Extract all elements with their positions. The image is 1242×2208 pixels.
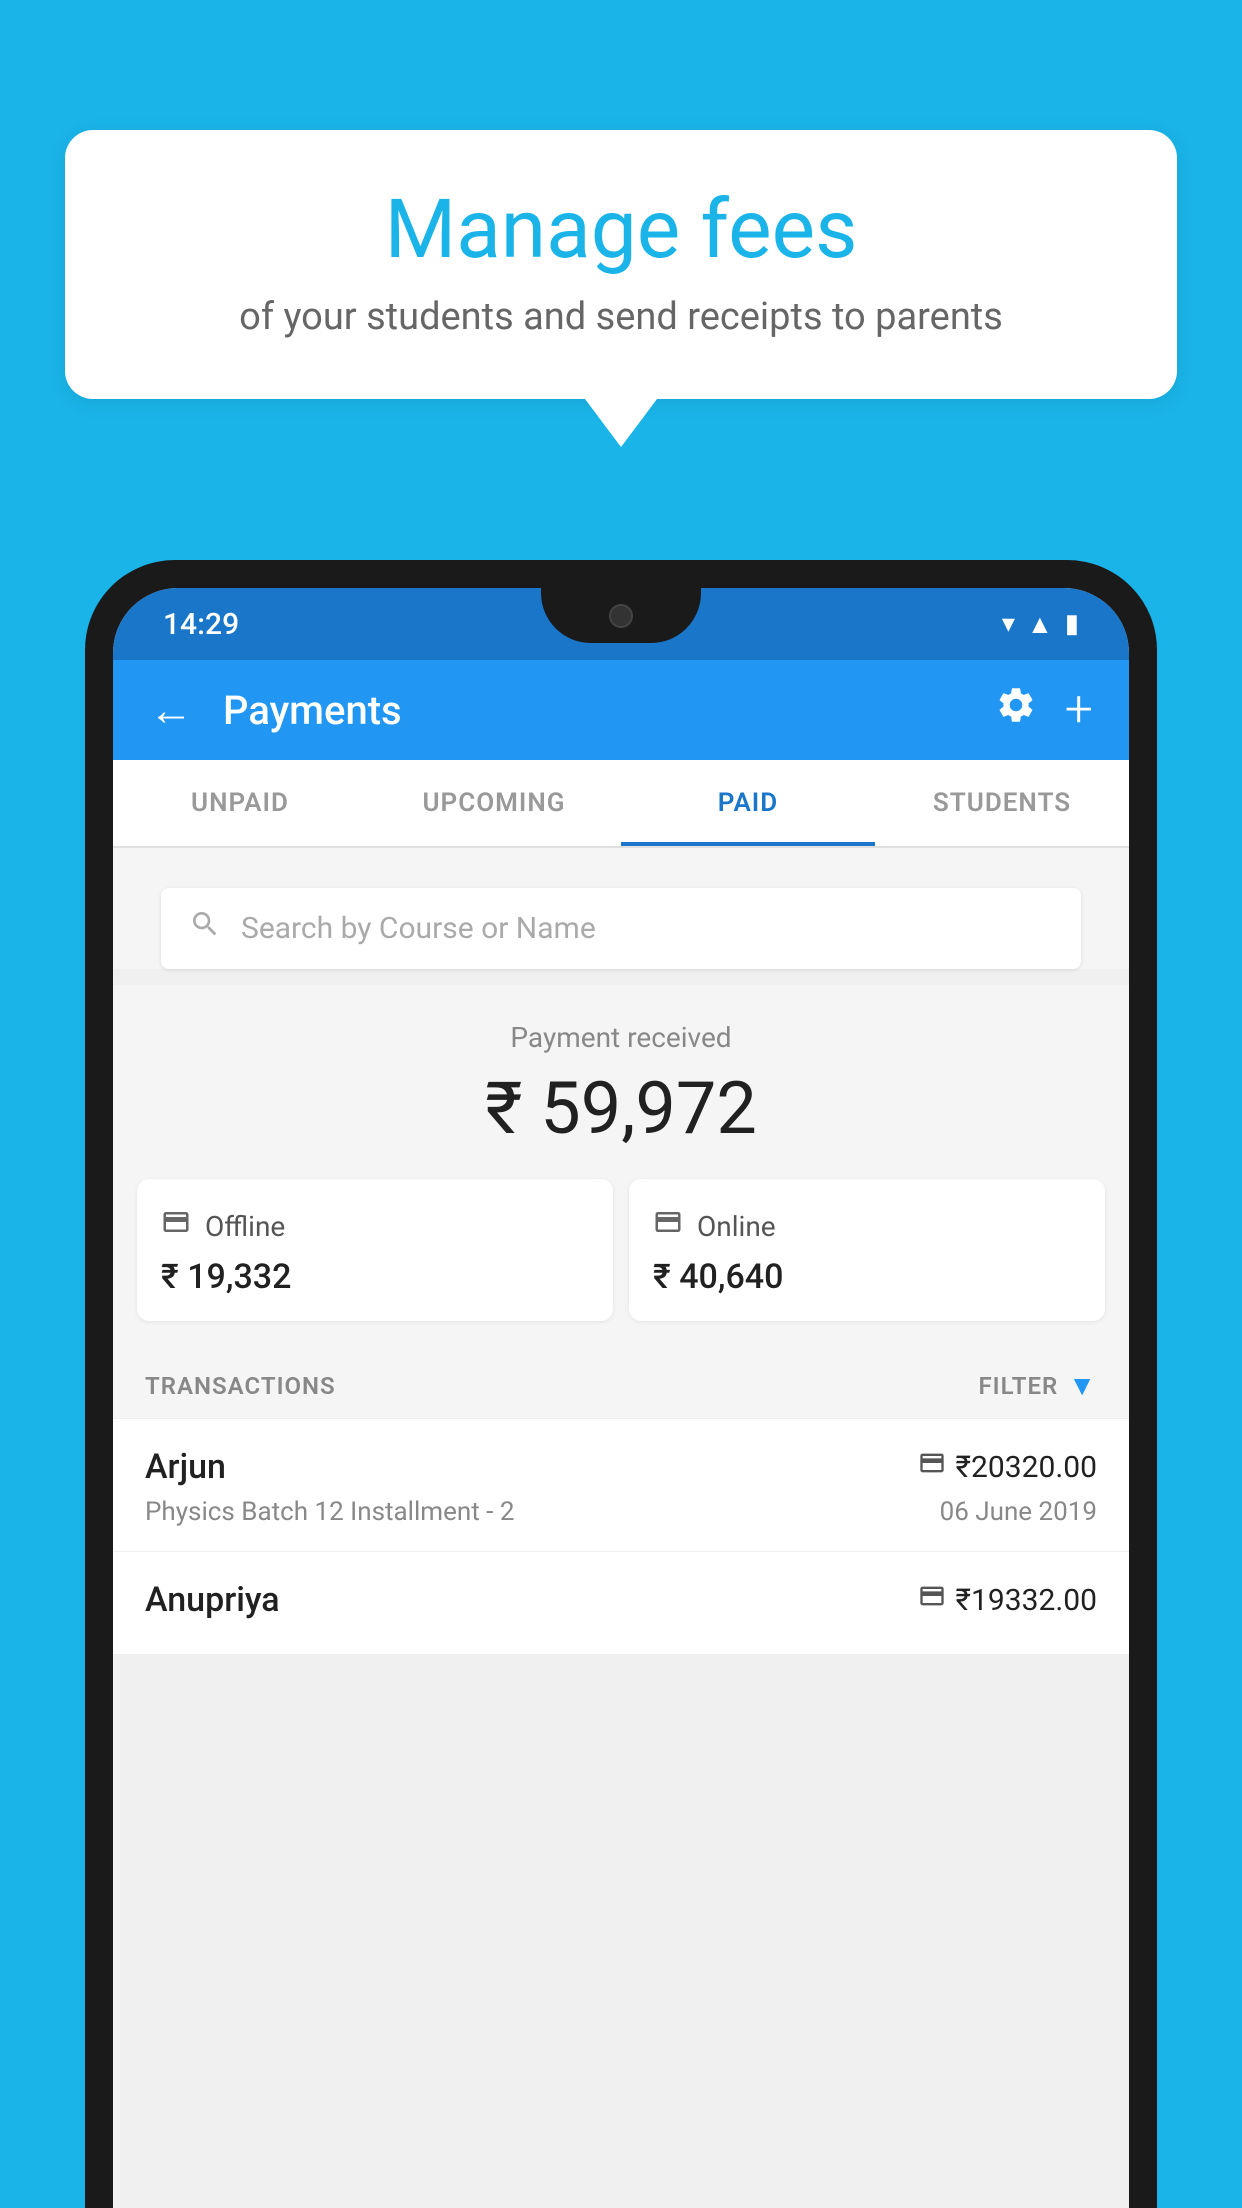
transaction-name-2: Anupriya (145, 1580, 280, 1620)
search-bar[interactable]: Search by Course or Name (161, 888, 1081, 969)
transaction-top-2: Anupriya ₹19332.00 (145, 1580, 1097, 1620)
phone-screen: 14:29 ▾ ▲ ▮ ← Payments + (113, 588, 1129, 2208)
bubble-subtitle: of your students and send receipts to pa… (125, 295, 1117, 339)
filter-label: FILTER (978, 1372, 1058, 1400)
filter-button[interactable]: FILTER ▼ (978, 1369, 1097, 1402)
transaction-date-1: 06 June 2019 (940, 1497, 1097, 1527)
transaction-amount-value-2: ₹19332.00 (956, 1583, 1097, 1618)
transaction-bottom-1: Physics Batch 12 Installment - 2 06 June… (145, 1497, 1097, 1527)
online-icon (653, 1207, 683, 1245)
status-icons: ▾ ▲ ▮ (1002, 609, 1079, 640)
status-time: 14:29 (163, 607, 239, 642)
tab-students[interactable]: STUDENTS (875, 760, 1129, 846)
online-payment-icon-1 (918, 1449, 946, 1485)
filter-icon: ▼ (1068, 1369, 1097, 1402)
search-placeholder-text: Search by Course or Name (241, 911, 596, 946)
offline-card: Offline ₹ 19,332 (137, 1179, 613, 1321)
notch (541, 588, 701, 643)
tab-upcoming[interactable]: UPCOMING (367, 760, 621, 846)
settings-button[interactable] (995, 684, 1037, 736)
phone-frame: 14:29 ▾ ▲ ▮ ← Payments + (85, 560, 1157, 2208)
bubble-title: Manage fees (125, 185, 1117, 275)
signal-icon: ▲ (1027, 609, 1053, 640)
offline-icon (161, 1207, 191, 1245)
notch-camera (609, 604, 633, 628)
transaction-course-1: Physics Batch 12 Installment - 2 (145, 1497, 514, 1527)
transaction-top-1: Arjun ₹20320.00 (145, 1447, 1097, 1487)
app-bar: ← Payments + (113, 660, 1129, 760)
app-bar-actions: + (995, 681, 1093, 739)
transaction-name-1: Arjun (145, 1447, 226, 1487)
add-button[interactable]: + (1065, 681, 1093, 739)
wifi-icon: ▾ (1002, 609, 1015, 639)
transactions-header: TRANSACTIONS FILTER ▼ (113, 1345, 1129, 1418)
transaction-amount-2: ₹19332.00 (918, 1582, 1097, 1618)
online-label: Online (697, 1210, 776, 1243)
payment-cards: Offline ₹ 19,332 Online ₹ 40,640 (113, 1179, 1129, 1345)
transactions-label: TRANSACTIONS (145, 1372, 336, 1400)
payment-total-amount: ₹ 59,972 (137, 1066, 1105, 1151)
offline-card-header: Offline (161, 1207, 589, 1245)
app-bar-title: Payments (223, 687, 965, 734)
offline-label: Offline (205, 1210, 285, 1243)
transaction-amount-value-1: ₹20320.00 (956, 1450, 1097, 1485)
transaction-amount-1: ₹20320.00 (918, 1449, 1097, 1485)
speech-bubble: Manage fees of your students and send re… (65, 130, 1177, 399)
payment-received-label: Payment received (137, 1021, 1105, 1054)
tabs-bar: UNPAID UPCOMING PAID STUDENTS (113, 760, 1129, 848)
tab-paid[interactable]: PAID (621, 760, 875, 846)
search-icon (189, 908, 221, 949)
speech-bubble-container: Manage fees of your students and send re… (65, 130, 1177, 447)
offline-payment-icon-2 (918, 1582, 946, 1618)
online-card-header: Online (653, 1207, 1081, 1245)
back-button[interactable]: ← (149, 688, 193, 732)
battery-icon: ▮ (1065, 609, 1079, 639)
transaction-row[interactable]: Arjun ₹20320.00 Physics Batch 12 Install… (113, 1418, 1129, 1551)
payment-summary: Payment received ₹ 59,972 (113, 985, 1129, 1179)
speech-bubble-tail (585, 399, 657, 447)
status-bar: 14:29 ▾ ▲ ▮ (113, 588, 1129, 660)
online-amount: ₹ 40,640 (653, 1257, 1081, 1297)
tab-unpaid[interactable]: UNPAID (113, 760, 367, 846)
offline-amount: ₹ 19,332 (161, 1257, 589, 1297)
online-card: Online ₹ 40,640 (629, 1179, 1105, 1321)
transaction-row-2[interactable]: Anupriya ₹19332.00 (113, 1551, 1129, 1654)
